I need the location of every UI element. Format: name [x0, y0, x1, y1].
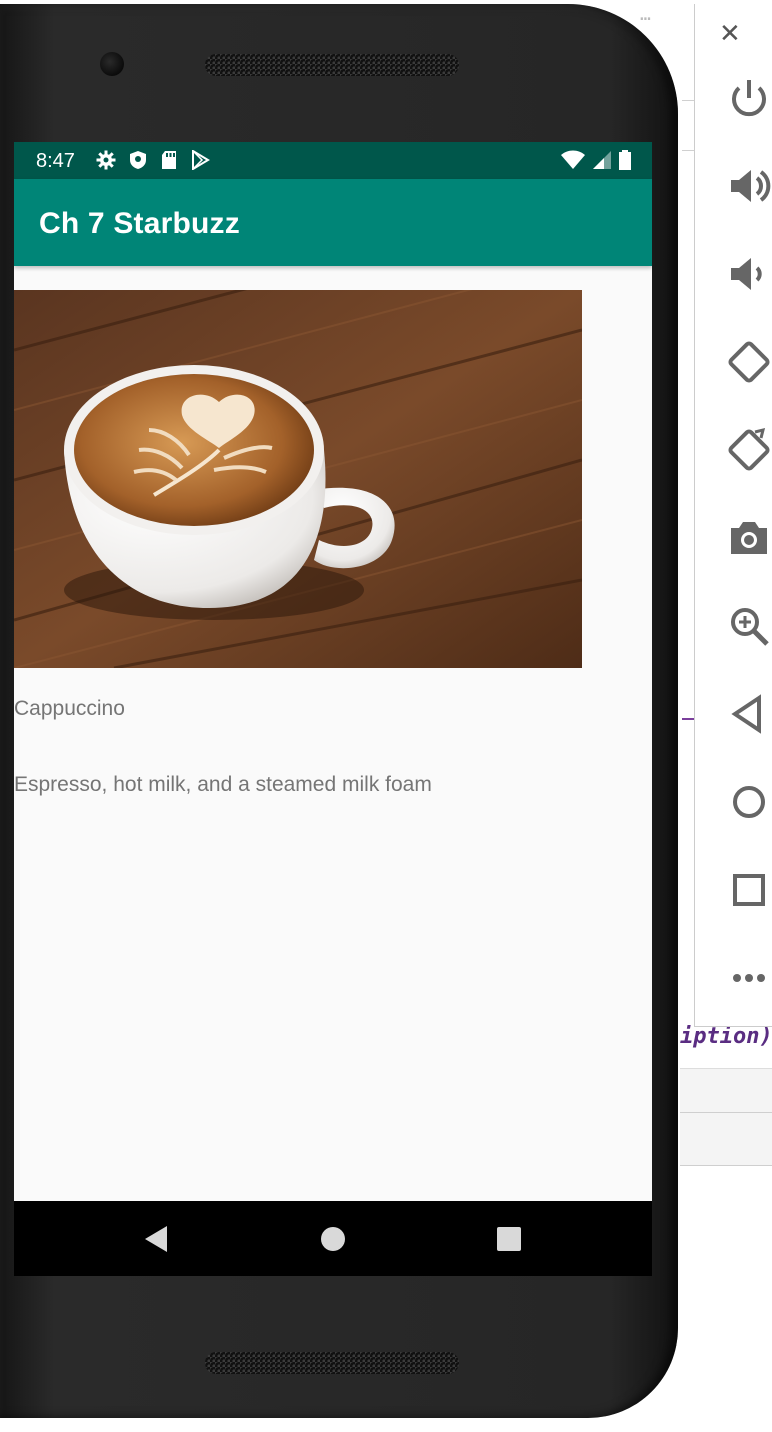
volume-up-icon[interactable] — [725, 162, 772, 210]
rotate-left-icon[interactable] — [725, 338, 772, 386]
play-store-icon — [192, 150, 210, 170]
recents-icon[interactable] — [493, 1223, 525, 1255]
gear-icon — [96, 150, 116, 170]
home-icon[interactable] — [725, 778, 772, 826]
cell-signal-icon — [593, 151, 611, 169]
navigation-bar — [14, 1201, 652, 1276]
sd-card-icon — [162, 151, 176, 169]
cappuccino-photo — [14, 290, 582, 668]
zoom-icon[interactable] — [725, 602, 772, 650]
more-icon[interactable] — [725, 954, 772, 1002]
ide-code-fragment: iption) — [680, 1024, 772, 1049]
close-icon[interactable]: ✕ — [719, 18, 741, 49]
app-title: Ch 7 Starbuzz — [39, 207, 240, 240]
drink-name: Cappuccino — [14, 697, 125, 720]
shield-icon — [130, 151, 146, 169]
power-icon[interactable] — [725, 74, 772, 122]
overview-icon[interactable] — [725, 866, 772, 914]
ide-panel-band — [680, 1068, 772, 1166]
ide-title-fragment: … — [640, 4, 651, 25]
back-icon[interactable] — [139, 1223, 171, 1255]
ide-divider — [680, 1112, 772, 1113]
volume-down-icon[interactable] — [725, 250, 772, 298]
top-speaker — [205, 54, 459, 76]
bottom-speaker — [205, 1352, 459, 1374]
rotate-right-icon[interactable] — [725, 426, 772, 474]
battery-icon — [619, 150, 631, 170]
wifi-icon — [561, 150, 585, 169]
device-screen: 8:47 Ch 7 Starbuzz Cappuccino Espresso, … — [14, 142, 652, 1276]
home-icon[interactable] — [317, 1223, 349, 1255]
drink-description: Espresso, hot milk, and a steamed milk f… — [14, 773, 432, 796]
app-toolbar: Ch 7 Starbuzz — [14, 179, 652, 266]
emulator-control-panel: ✕ — [694, 4, 772, 1027]
back-icon[interactable] — [725, 690, 772, 738]
status-time: 8:47 — [36, 150, 75, 172]
phone-device-frame: 8:47 Ch 7 Starbuzz Cappuccino Espresso, … — [0, 4, 678, 1418]
status-bar: 8:47 — [14, 142, 652, 179]
front-camera — [100, 52, 124, 76]
camera-icon[interactable] — [725, 514, 772, 562]
